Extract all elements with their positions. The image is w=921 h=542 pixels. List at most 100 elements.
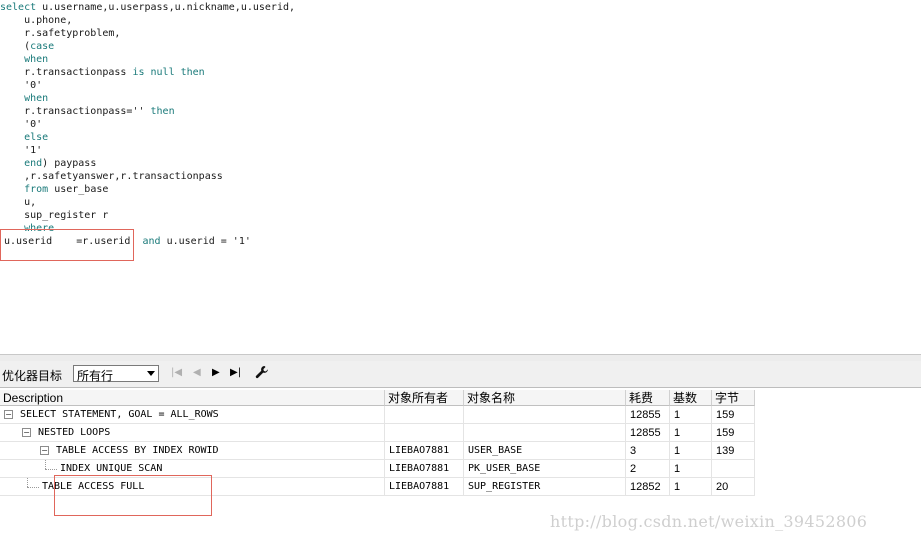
- plan-owner-cell: [385, 406, 464, 424]
- sql-keyword: when: [24, 93, 49, 104]
- wrench-icon[interactable]: [255, 365, 269, 383]
- previous-record-icon[interactable]: ◀: [193, 367, 201, 379]
- sql-text: r.safetyproblem,: [0, 28, 121, 39]
- plan-card-cell: 1: [670, 442, 712, 460]
- plan-row[interactable]: − SELECT STATEMENT, GOAL = ALL_ROWS 12855 1…: [0, 406, 755, 424]
- code-line: u.phone,: [0, 14, 72, 27]
- plan-operation-text: NESTED LOOPS: [38, 427, 111, 438]
- code-line: '0': [0, 79, 42, 92]
- sql-text: u,: [0, 197, 37, 208]
- code-line: when: [0, 92, 48, 105]
- column-header-object-name[interactable]: 对象名称: [464, 390, 626, 406]
- code-line: r.safetyproblem,: [0, 27, 120, 40]
- sql-text: ,r.safetyanswer,r.transactionpass: [0, 171, 223, 182]
- tree-connector-line: [27, 487, 39, 488]
- column-header-description[interactable]: Description: [0, 390, 385, 406]
- plan-cost-cell: 2: [626, 460, 670, 478]
- sql-keyword: end: [24, 158, 43, 169]
- sql-text: u.phone,: [0, 15, 73, 26]
- plan-owner-cell: LIEBAO7881: [385, 478, 464, 496]
- column-header-owner[interactable]: 对象所有者: [385, 390, 464, 406]
- sql-editor[interactable]: select u.username,u.userpass,u.nickname,…: [0, 0, 921, 354]
- plan-operation-text: TABLE ACCESS BY INDEX ROWID: [56, 445, 219, 456]
- plan-cost-cell: 12852: [626, 478, 670, 496]
- first-record-icon[interactable]: |◀: [171, 367, 182, 379]
- code-line: sup_register r: [0, 209, 108, 222]
- plan-description-cell: − NESTED LOOPS: [0, 424, 385, 442]
- sql-text: '0': [0, 80, 43, 91]
- plan-name-cell: [464, 406, 626, 424]
- sql-text: (: [0, 41, 31, 52]
- sql-keyword: is null then: [132, 67, 205, 78]
- column-header-bytes[interactable]: 字节: [712, 390, 755, 406]
- optimizer-goal-label: 优化器目标: [2, 369, 63, 383]
- plan-row[interactable]: − TABLE ACCESS BY INDEX ROWID LIEBAO7881 US…: [0, 442, 755, 460]
- code-line: r.transactionpass='' then: [0, 105, 175, 118]
- sql-text: u.username,u.userpass,u.nickname,u.useri…: [36, 2, 296, 13]
- plan-bytes-cell: 159: [712, 406, 755, 424]
- tree-collapse-icon[interactable]: −: [22, 428, 31, 437]
- highlight-box-full-scan: [54, 475, 212, 516]
- code-line: end) paypass: [0, 157, 96, 170]
- column-header-cost[interactable]: 耗费: [626, 390, 670, 406]
- optimizer-goal-select[interactable]: 所有行: [73, 365, 159, 383]
- tree-connector-line: [45, 460, 46, 469]
- next-record-icon[interactable]: ▶: [212, 367, 220, 379]
- sql-keyword: from: [24, 184, 49, 195]
- code-line: '1': [0, 144, 42, 157]
- plan-bytes-cell: 159: [712, 424, 755, 442]
- sql-text: sup_register r: [0, 210, 109, 221]
- plan-name-cell: [464, 424, 626, 442]
- plan-name-cell: USER_BASE: [464, 442, 626, 460]
- column-header-cardinality[interactable]: 基数: [670, 390, 712, 406]
- optimizer-goal-value: 所有行: [77, 369, 114, 383]
- plan-card-cell: 1: [670, 460, 712, 478]
- sql-keyword: else: [24, 132, 49, 143]
- plan-bytes-cell: [712, 460, 755, 478]
- tree-collapse-icon[interactable]: −: [40, 446, 49, 455]
- sql-text: r.transactionpass: [0, 67, 133, 78]
- tree-collapse-icon[interactable]: −: [4, 410, 13, 419]
- code-line: (case: [0, 40, 54, 53]
- plan-name-cell: SUP_REGISTER: [464, 478, 626, 496]
- last-record-icon[interactable]: ▶|: [230, 367, 241, 379]
- plan-row[interactable]: − NESTED LOOPS 12855 1 159: [0, 424, 755, 442]
- code-line: ,r.safetyanswer,r.transactionpass: [0, 170, 223, 183]
- plan-card-cell: 1: [670, 406, 712, 424]
- sql-keyword: case: [30, 41, 55, 52]
- plan-card-cell: 1: [670, 478, 712, 496]
- sql-keyword: when: [24, 54, 49, 65]
- plan-owner-cell: [385, 424, 464, 442]
- plan-card-cell: 1: [670, 424, 712, 442]
- sql-text: user_base: [48, 184, 109, 195]
- highlight-box-where-clause: [0, 229, 134, 261]
- code-line: else: [0, 131, 48, 144]
- sql-keyword: and: [142, 236, 161, 247]
- tree-connector-line: [45, 469, 57, 470]
- plan-toolbar: 优化器目标 所有行 |◀ ◀ ▶ ▶|: [0, 361, 921, 388]
- sql-keyword: then: [150, 106, 175, 117]
- sql-text: ) paypass: [42, 158, 97, 169]
- plan-owner-cell: LIEBAO7881: [385, 460, 464, 478]
- code-line: when: [0, 53, 48, 66]
- sql-keyword: select: [0, 2, 37, 13]
- plan-operation-text: SELECT STATEMENT, GOAL = ALL_ROWS: [20, 409, 219, 420]
- code-line: r.transactionpass is null then: [0, 66, 205, 79]
- sql-text: u.userid = '1': [160, 236, 251, 247]
- tree-connector-line: [27, 478, 28, 487]
- watermark-text: http://blog.csdn.net/weixin_39452806: [550, 512, 868, 531]
- plan-owner-cell: LIEBAO7881: [385, 442, 464, 460]
- plan-description-cell: − TABLE ACCESS BY INDEX ROWID: [0, 442, 385, 460]
- plan-cost-cell: 3: [626, 442, 670, 460]
- plan-cost-cell: 12855: [626, 406, 670, 424]
- sql-text: '0': [0, 119, 43, 130]
- plan-name-cell: PK_USER_BASE: [464, 460, 626, 478]
- code-line: '0': [0, 118, 42, 131]
- sql-text: r.transactionpass='': [0, 106, 151, 117]
- plan-cost-cell: 12855: [626, 424, 670, 442]
